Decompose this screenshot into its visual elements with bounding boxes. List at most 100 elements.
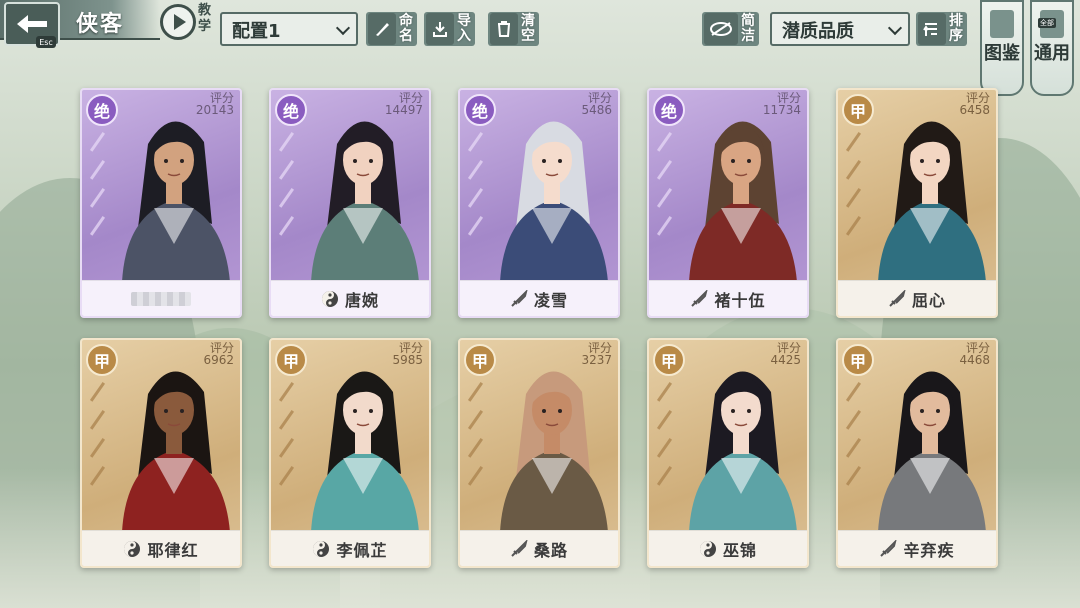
name-plate: 凌雪 (460, 280, 618, 316)
eye-right (747, 159, 751, 163)
eye-right (369, 409, 373, 413)
eye-left (542, 409, 546, 413)
sort-label: 排序 (949, 13, 963, 44)
rename-button[interactable]: 命名 (366, 12, 417, 46)
sword-icon (510, 289, 528, 308)
hero-name: 凌雪 (533, 290, 568, 310)
score-block: 评分 6962 (203, 342, 234, 366)
scroll-icon: 全部 (1038, 10, 1064, 38)
score-block: 评分 11734 (763, 92, 801, 116)
common-badge: 全部 (1038, 18, 1056, 28)
hero-portrait (311, 371, 419, 532)
grade-badge: 甲 (653, 344, 685, 376)
grade-badge: 甲 (842, 94, 874, 126)
eye-left (353, 159, 357, 163)
config-select-value: 配置1 (232, 21, 281, 42)
rank-streak-decoration (845, 131, 871, 244)
import-button[interactable]: 导入 (424, 12, 475, 46)
common-label: 通用 (1034, 43, 1070, 64)
hero-card[interactable]: 甲 评分 4425 巫锦 (647, 338, 809, 568)
hero-portrait (878, 121, 986, 282)
rank-streak-decoration (278, 381, 304, 494)
grade-badge: 甲 (86, 344, 118, 376)
swirl-icon (321, 290, 339, 308)
import-label: 导入 (457, 13, 471, 44)
hero-name: 屈心 (911, 290, 946, 310)
hero-name: 桑路 (533, 540, 568, 560)
name-plate: 耶律红 (82, 530, 240, 566)
clear-label: 清空 (521, 13, 535, 44)
eye-right (369, 159, 373, 163)
hero-name: 耶律红 (147, 540, 199, 560)
tutorial-play-button[interactable] (160, 4, 196, 40)
clear-button[interactable]: 清空 (488, 12, 539, 46)
common-button[interactable]: 全部 通用 (1030, 0, 1074, 96)
hero-card[interactable]: 甲 评分 3237 桑路 (458, 338, 620, 568)
hero-name: 巫锦 (722, 540, 757, 560)
hero-portrait (122, 121, 230, 282)
hero-name: 唐婉 (344, 290, 379, 310)
eye-left (731, 409, 735, 413)
score-value: 20143 (195, 103, 234, 117)
codex-label: 图鉴 (984, 43, 1020, 64)
eye-left (920, 409, 924, 413)
score-value: 11734 (762, 103, 801, 117)
grade-badge: 绝 (275, 94, 307, 126)
rank-streak-decoration (656, 131, 682, 244)
quality-select-value: 潜质品质 (782, 21, 854, 42)
swirl-icon (123, 540, 141, 558)
score-block: 评分 5985 (392, 342, 423, 366)
sword-icon (879, 539, 898, 558)
rank-streak-decoration (278, 131, 304, 244)
hero-card[interactable]: 绝 评分 14497 唐婉 (269, 88, 431, 318)
name-plate: 桑路 (460, 530, 618, 566)
sword-icon (690, 289, 709, 308)
hero-portrait (500, 121, 608, 282)
top-bar: Esc 侠客 教学 配置1 命名 导入 清空 简洁 潜质品质 排序 图鉴 全部 … (0, 0, 1080, 96)
chevron-down-icon (335, 20, 351, 36)
score-block: 评分 14497 (385, 92, 423, 116)
simple-view-label: 简洁 (741, 13, 755, 44)
hero-name: 辛弃疾 (903, 540, 955, 560)
name-plate: 屈心 (838, 280, 996, 316)
hero-card[interactable]: 甲 评分 4468 辛弃疾 (836, 338, 998, 568)
rank-streak-decoration (467, 381, 493, 494)
page-title: 侠客 (76, 12, 125, 37)
swirl-icon (312, 540, 330, 558)
sort-icon (918, 13, 946, 45)
hero-portrait (311, 121, 419, 282)
name-blurred (131, 291, 191, 306)
score-block: 评分 20143 (196, 92, 234, 116)
swirl-icon (699, 540, 717, 558)
score-block: 评分 5486 (581, 92, 612, 116)
quality-select[interactable]: 潜质品质 (770, 12, 910, 46)
hero-card[interactable]: 绝 评分 11734 褚十伍 (647, 88, 809, 318)
eye-right (936, 159, 940, 163)
grade-badge: 绝 (86, 94, 118, 126)
hero-card[interactable]: 甲 评分 6962 耶律红 (80, 338, 242, 568)
hero-name: 褚十伍 (714, 290, 766, 310)
hero-card[interactable]: 绝 评分 20143 (80, 88, 242, 318)
config-select[interactable]: 配置1 (220, 12, 358, 46)
eye-right (558, 409, 562, 413)
eye-right (180, 409, 184, 413)
chevron-down-icon (887, 20, 903, 36)
rank-streak-decoration (89, 381, 115, 494)
hero-card[interactable]: 绝 评分 5486 凌雪 (458, 88, 620, 318)
hero-portrait (500, 371, 608, 532)
book-icon (990, 10, 1014, 38)
codex-button[interactable]: 图鉴 (980, 0, 1024, 96)
score-value: 6962 (203, 353, 234, 367)
sort-button[interactable]: 排序 (916, 12, 967, 46)
eye-right (936, 409, 940, 413)
hero-card[interactable]: 甲 评分 6458 屈心 (836, 88, 998, 318)
grade-badge: 甲 (842, 344, 874, 376)
back-arrow-icon (17, 15, 47, 33)
eye-left (542, 159, 546, 163)
eye-left (920, 159, 924, 163)
eye-right (747, 409, 751, 413)
score-value: 4425 (770, 353, 801, 367)
hero-card[interactable]: 甲 评分 5985 李佩芷 (269, 338, 431, 568)
eye-right (180, 159, 184, 163)
simple-view-button[interactable]: 简洁 (702, 12, 759, 46)
